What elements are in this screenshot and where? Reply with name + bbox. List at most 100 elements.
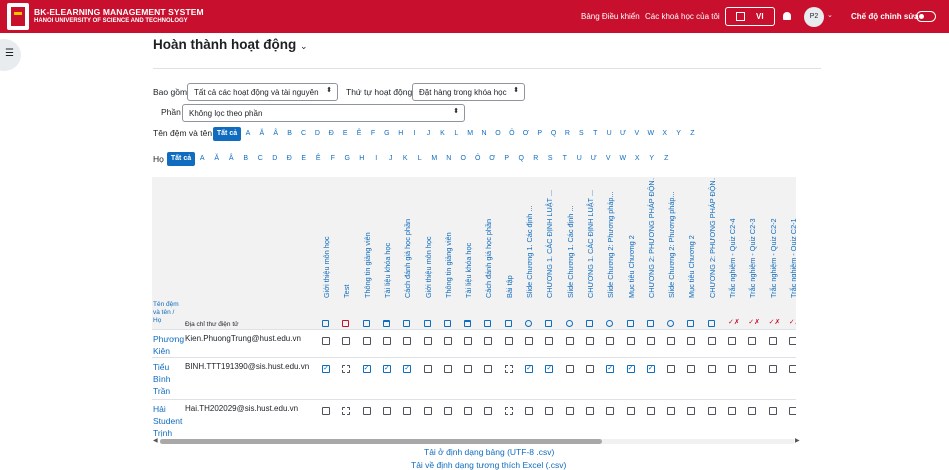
activity-column-header[interactable]: Tài liệu khóa học [383,179,395,307]
lastname-letter-32[interactable]: Z [659,152,674,166]
lastname-letter-19[interactable]: Ô [471,152,486,166]
firstname-letter-17[interactable]: N [477,127,491,141]
bk-logo[interactable] [7,3,29,30]
lastname-letter-21[interactable]: P [500,152,515,166]
firstname-letter-4[interactable]: C [297,127,311,141]
lastname-letter-4[interactable]: C [253,152,268,166]
activity-column-header[interactable]: Mục tiêu Chương 2 [627,179,639,307]
firstname-letter-27[interactable]: Ư [616,127,630,141]
activity-column-header[interactable]: Slide Chương 1. Các định ... [566,179,578,307]
firstname-letter-19[interactable]: Ô [505,127,519,141]
activity-column-header[interactable]: Thông tin giảng viên [444,179,456,307]
lastname-letter-12[interactable]: I [369,152,384,166]
firstname-letter-9[interactable]: F [366,127,380,141]
lastname-letter-24[interactable]: S [543,152,558,166]
firstname-letter-15[interactable]: L [449,127,463,141]
firstname-letter-26[interactable]: U [602,127,616,141]
firstname-letter-5[interactable]: D [310,127,324,141]
lastname-letter-7[interactable]: E [297,152,312,166]
firstname-letter-0[interactable]: A [241,127,255,141]
lastname-letter-5[interactable]: D [268,152,283,166]
activity-column-header[interactable]: Trắc nghiệm - Quiz C2-2 [769,179,781,307]
firstname-letter-28[interactable]: V [630,127,644,141]
activity-column-header[interactable]: CHƯƠNG 1. CÁC ĐỊNH LUẬT ... [545,179,557,307]
lastname-letter-22[interactable]: Q [514,152,529,166]
firstname-letter-18[interactable]: O [491,127,505,141]
lastname-letter-13[interactable]: J [384,152,399,166]
lastname-letter-11[interactable]: H [355,152,370,166]
page-title[interactable]: Hoàn thành hoạt động ⌄ [153,37,308,52]
firstname-letter-23[interactable]: R [560,127,574,141]
activity-column-header[interactable]: CHƯƠNG 1. CÁC ĐỊNH LUẬT ... [586,179,598,307]
firstname-letter-21[interactable]: P [533,127,547,141]
nav-dashboard-link[interactable]: Bảng Điều khiển [581,12,640,21]
firstname-all-button[interactable]: Tất cả [213,127,241,141]
firstname-letter-25[interactable]: T [588,127,602,141]
lastname-letter-6[interactable]: Đ [282,152,297,166]
firstname-letter-29[interactable]: W [644,127,658,141]
activity-column-header[interactable]: Thông tin giảng viên [363,179,375,307]
firstname-letter-3[interactable]: B [283,127,297,141]
activity-column-header[interactable]: Trắc nghiệm - Quiz C2-1 [789,179,796,307]
scrollbar-thumb[interactable] [160,439,602,444]
lastname-all-button[interactable]: Tất cả [167,152,195,166]
lastname-letter-30[interactable]: X [630,152,645,166]
firstname-letter-24[interactable]: S [574,127,588,141]
firstname-letter-6[interactable]: Đ [324,127,338,141]
lastname-letter-23[interactable]: R [529,152,544,166]
activity-column-header[interactable]: Trắc nghiệm - Quiz C2-3 [748,179,760,307]
activity-column-header[interactable]: Cách đánh giá học phần [484,179,496,307]
firstname-letter-30[interactable]: X [658,127,672,141]
firstname-letter-16[interactable]: M [463,127,477,141]
lastname-letter-15[interactable]: L [413,152,428,166]
firstname-letter-31[interactable]: Y [672,127,686,141]
firstname-letter-14[interactable]: K [435,127,449,141]
name-column-header[interactable]: Tên đệm và tên / Họ [153,301,183,325]
student-name-link[interactable]: Hải Student Trịnh [153,403,183,439]
firstname-letter-1[interactable]: Ă [255,127,269,141]
lastname-letter-0[interactable]: A [195,152,210,166]
order-select[interactable]: Đặt hàng trong khóa học ⬍ [412,83,525,101]
lastname-letter-28[interactable]: V [601,152,616,166]
section-select[interactable]: Không lọc theo phần ⬍ [182,104,465,122]
firstname-letter-12[interactable]: I [408,127,422,141]
activity-column-header[interactable]: Slide Chương 2: Phương pháp... [606,179,618,307]
firstname-letter-20[interactable]: Ơ [519,127,533,141]
language-button[interactable]: VI [725,7,775,26]
activity-column-header[interactable]: Slide Chương 2: Phương pháp... [667,179,679,307]
scroll-left-arrow-icon[interactable]: ◀ [153,437,158,444]
course-index-drawer-button[interactable]: ☰ [0,39,21,71]
lastname-letter-20[interactable]: Ơ [485,152,500,166]
firstname-letter-8[interactable]: Ê [352,127,366,141]
lastname-letter-31[interactable]: Y [645,152,660,166]
lastname-letter-27[interactable]: Ư [587,152,602,166]
lastname-letter-26[interactable]: U [572,152,587,166]
firstname-letter-10[interactable]: G [380,127,394,141]
activity-column-header[interactable]: Giới thiệu môn học [322,179,334,307]
lastname-letter-8[interactable]: Ê [311,152,326,166]
lastname-letter-18[interactable]: O [456,152,471,166]
lastname-letter-29[interactable]: W [616,152,631,166]
lastname-letter-14[interactable]: K [398,152,413,166]
firstname-letter-2[interactable]: Â [269,127,283,141]
lastname-letter-1[interactable]: Ă [210,152,225,166]
horizontal-scrollbar[interactable] [160,439,794,444]
firstname-letter-32[interactable]: Z [686,127,700,141]
chevron-down-icon[interactable]: ⌄ [827,11,833,19]
download-excel-link[interactable]: Tải về định dạng tương thích Excel (.csv… [411,460,566,470]
activity-column-header[interactable]: Bài tập [505,179,517,307]
firstname-letter-22[interactable]: Q [547,127,561,141]
lastname-letter-17[interactable]: N [442,152,457,166]
activity-column-header[interactable]: Cách đánh giá học phần [403,179,415,307]
nav-my-courses-link[interactable]: Các khoá học của tôi [645,12,720,21]
activity-column-header[interactable]: CHƯƠNG 2: PHƯƠNG PHÁP ĐỘNG ... [708,177,720,307]
activity-column-header[interactable]: Mục tiêu Chương 2 [687,179,699,307]
lastname-letter-10[interactable]: G [340,152,355,166]
lastname-letter-3[interactable]: B [239,152,254,166]
notification-bell-icon[interactable] [783,12,791,20]
activity-column-header[interactable]: Trắc nghiệm - Quiz C2-4 [728,179,740,307]
activity-column-header[interactable]: CHƯƠNG 2: PHƯƠNG PHÁP ĐỘNG ... [647,177,659,307]
activity-column-header[interactable]: Tài liệu khóa học [464,179,476,307]
firstname-letter-13[interactable]: J [422,127,436,141]
edit-mode-toggle[interactable] [916,11,936,22]
